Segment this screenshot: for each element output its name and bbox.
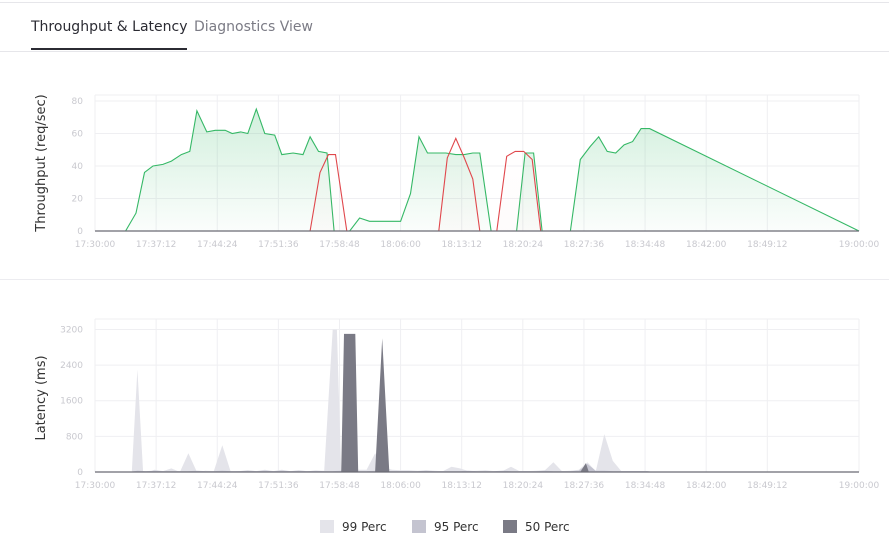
latency-x-ticks: 17:30:00 17:37:12 17:44:24 17:51:36 17:58:48…	[75, 481, 880, 491]
x-tick-label: 17:58:48	[319, 481, 360, 491]
y-tick-label: 3200	[60, 325, 83, 335]
latency-y-axis-label: Latency (ms)	[34, 355, 49, 440]
x-tick-label: 18:34:48	[625, 481, 666, 491]
legend-item-95-perc[interactable]: 95 Perc	[412, 520, 479, 534]
x-tick-label: 18:27:36	[564, 240, 605, 250]
throughput-series	[95, 107, 860, 232]
tab-throughput-latency[interactable]: Throughput & Latency	[31, 19, 188, 50]
x-tick-label: 19:00:00	[839, 240, 880, 250]
x-tick-label: 17:30:00	[75, 481, 116, 491]
x-tick-label: 18:20:24	[503, 240, 544, 250]
50-perc-area	[95, 333, 859, 472]
legend-item-50-perc[interactable]: 50 Perc	[503, 520, 570, 534]
x-tick-label: 18:27:36	[564, 481, 605, 491]
legend-swatch-50-perc	[503, 520, 517, 533]
x-tick-label: 17:44:24	[197, 481, 238, 491]
tab-bar: Throughput & Latency Diagnostics View	[0, 3, 889, 52]
chart-divider	[0, 279, 889, 280]
latency-grid	[94, 318, 860, 473]
legend-label-99-perc: 99 Perc	[342, 520, 387, 534]
latency-legend: 99 Perc 95 Perc 50 Perc	[0, 520, 889, 540]
x-tick-label: 18:34:48	[625, 240, 666, 250]
x-tick-label: 18:49:12	[747, 240, 787, 250]
throughput-chart: Throughput (req/sec) 020406080 17:30:00 1…	[34, 94, 880, 250]
x-tick-label: 18:42:00	[686, 481, 727, 491]
legend-swatch-99-perc	[320, 520, 334, 533]
y-tick-label: 60	[72, 130, 84, 140]
throughput-y-axis-label: Throughput (req/sec)	[34, 94, 49, 232]
y-tick-label: 2400	[60, 361, 83, 371]
x-tick-label: 17:30:00	[75, 240, 116, 250]
x-tick-label: 17:37:12	[136, 240, 176, 250]
x-tick-label: 17:58:48	[319, 240, 360, 250]
x-tick-label: 19:00:00	[839, 481, 880, 491]
x-tick-label: 17:51:36	[258, 481, 299, 491]
throughput-x-ticks: 17:30:00 17:37:12 17:44:24 17:51:36 17:58:48…	[75, 240, 880, 250]
tab-diagnostics-view[interactable]: Diagnostics View	[194, 19, 313, 48]
y-tick-label: 80	[72, 97, 84, 107]
y-tick-label: 0	[77, 468, 83, 478]
x-tick-label: 18:13:12	[442, 240, 482, 250]
x-tick-label: 18:06:00	[380, 240, 421, 250]
y-tick-label: 20	[72, 195, 84, 205]
latency-y-ticks: 0 800 1600 2400 3200	[60, 325, 83, 478]
x-tick-label: 17:37:12	[136, 481, 176, 491]
x-tick-label: 17:51:36	[258, 240, 299, 250]
x-tick-label: 18:20:24	[503, 481, 544, 491]
legend-label-95-perc: 95 Perc	[434, 520, 479, 534]
x-tick-label: 18:06:00	[380, 481, 421, 491]
latency-chart: Latency (ms) 0800160024003200 17:30:00 17…	[34, 318, 880, 491]
y-tick-label: 1600	[60, 397, 83, 407]
legend-item-99-perc[interactable]: 99 Perc	[320, 520, 387, 534]
x-tick-label: 18:13:12	[442, 481, 482, 491]
y-tick-label: 40	[72, 162, 84, 172]
x-tick-label: 18:49:12	[747, 481, 787, 491]
legend-swatch-95-perc	[412, 520, 426, 533]
y-tick-label: 800	[66, 432, 83, 442]
x-tick-label: 17:44:24	[197, 240, 238, 250]
throughput-y-ticks: 0 20 40 60 80	[72, 97, 84, 237]
y-tick-label: 0	[77, 227, 83, 237]
x-tick-label: 18:42:00	[686, 240, 727, 250]
legend-label-50-perc: 50 Perc	[525, 520, 570, 534]
